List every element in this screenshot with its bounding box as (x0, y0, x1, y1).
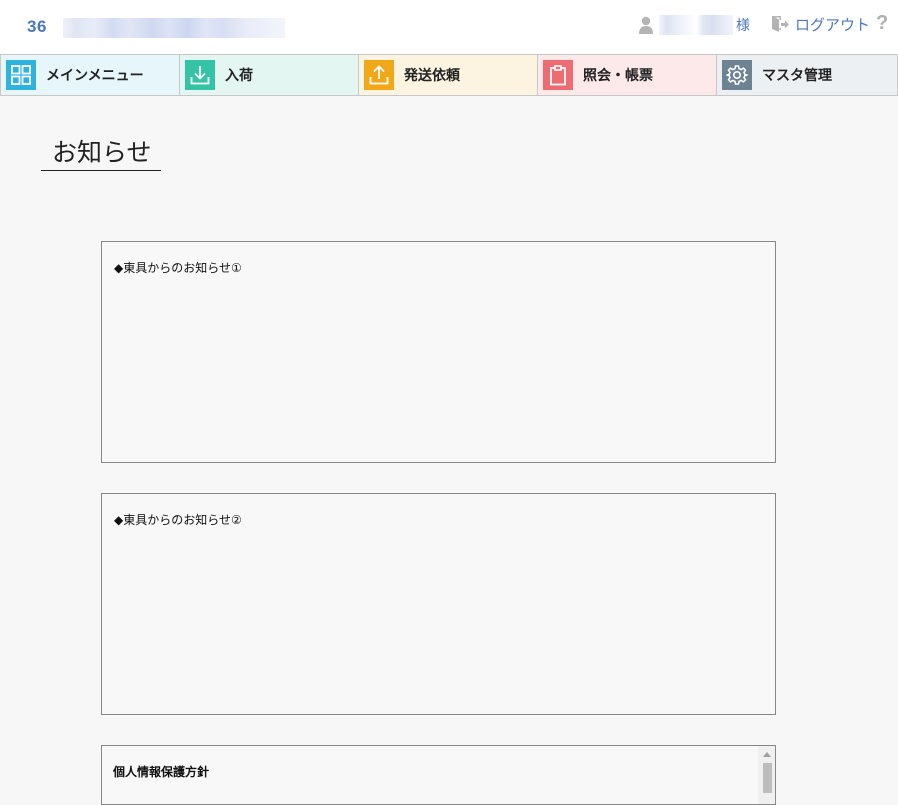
page-title: お知らせ (52, 138, 152, 167)
scroll-up-arrow-icon[interactable] (763, 752, 771, 757)
user-honorific: 様 (736, 18, 750, 34)
user-icon (639, 16, 653, 34)
privacy-policy-box[interactable]: 個人情報保護方針 (101, 745, 776, 805)
privacy-policy-heading: 個人情報保護方針 (113, 765, 210, 779)
main-nav: メインメニュー 入荷 発送依頼 照会・帳票 マスタ管理 (0, 54, 898, 96)
logout-link[interactable]: ログアウト (795, 14, 870, 35)
grid-icon (6, 60, 36, 90)
nav-label: メインメニュー (46, 68, 144, 84)
notice-box-2: ◆東具からのお知らせ② (101, 493, 776, 715)
nav-shipping-request[interactable]: 発送依頼 (359, 55, 538, 95)
nav-receiving[interactable]: 入荷 (180, 55, 359, 95)
nav-master-management[interactable]: マスタ管理 (717, 55, 897, 95)
company-code: 36 (27, 17, 47, 36)
top-header: 36 様 ログアウト ? (0, 0, 898, 54)
notice-heading: ◆東具からのお知らせ② (114, 513, 242, 527)
nav-label: 発送依頼 (404, 68, 460, 84)
download-icon (185, 60, 215, 90)
clipboard-icon (543, 60, 573, 90)
title-underline (41, 170, 161, 171)
user-name-redacted (659, 15, 733, 35)
notice-heading: ◆東具からのお知らせ① (114, 261, 242, 275)
nav-label: 照会・帳票 (583, 68, 653, 84)
nav-label: 入荷 (225, 68, 253, 84)
nav-inquiry-reports[interactable]: 照会・帳票 (538, 55, 717, 95)
scroll-thumb[interactable] (763, 763, 772, 793)
nav-main-menu[interactable]: メインメニュー (1, 55, 180, 95)
logout-icon[interactable] (770, 14, 790, 34)
company-name-redacted (63, 18, 285, 38)
notice-box-1: ◆東具からのお知らせ① (101, 241, 776, 463)
upload-icon (364, 60, 394, 90)
help-icon[interactable]: ? (876, 12, 888, 35)
policy-scrollbar[interactable] (758, 746, 775, 804)
nav-label: マスタ管理 (762, 68, 832, 84)
gear-icon (722, 60, 752, 90)
